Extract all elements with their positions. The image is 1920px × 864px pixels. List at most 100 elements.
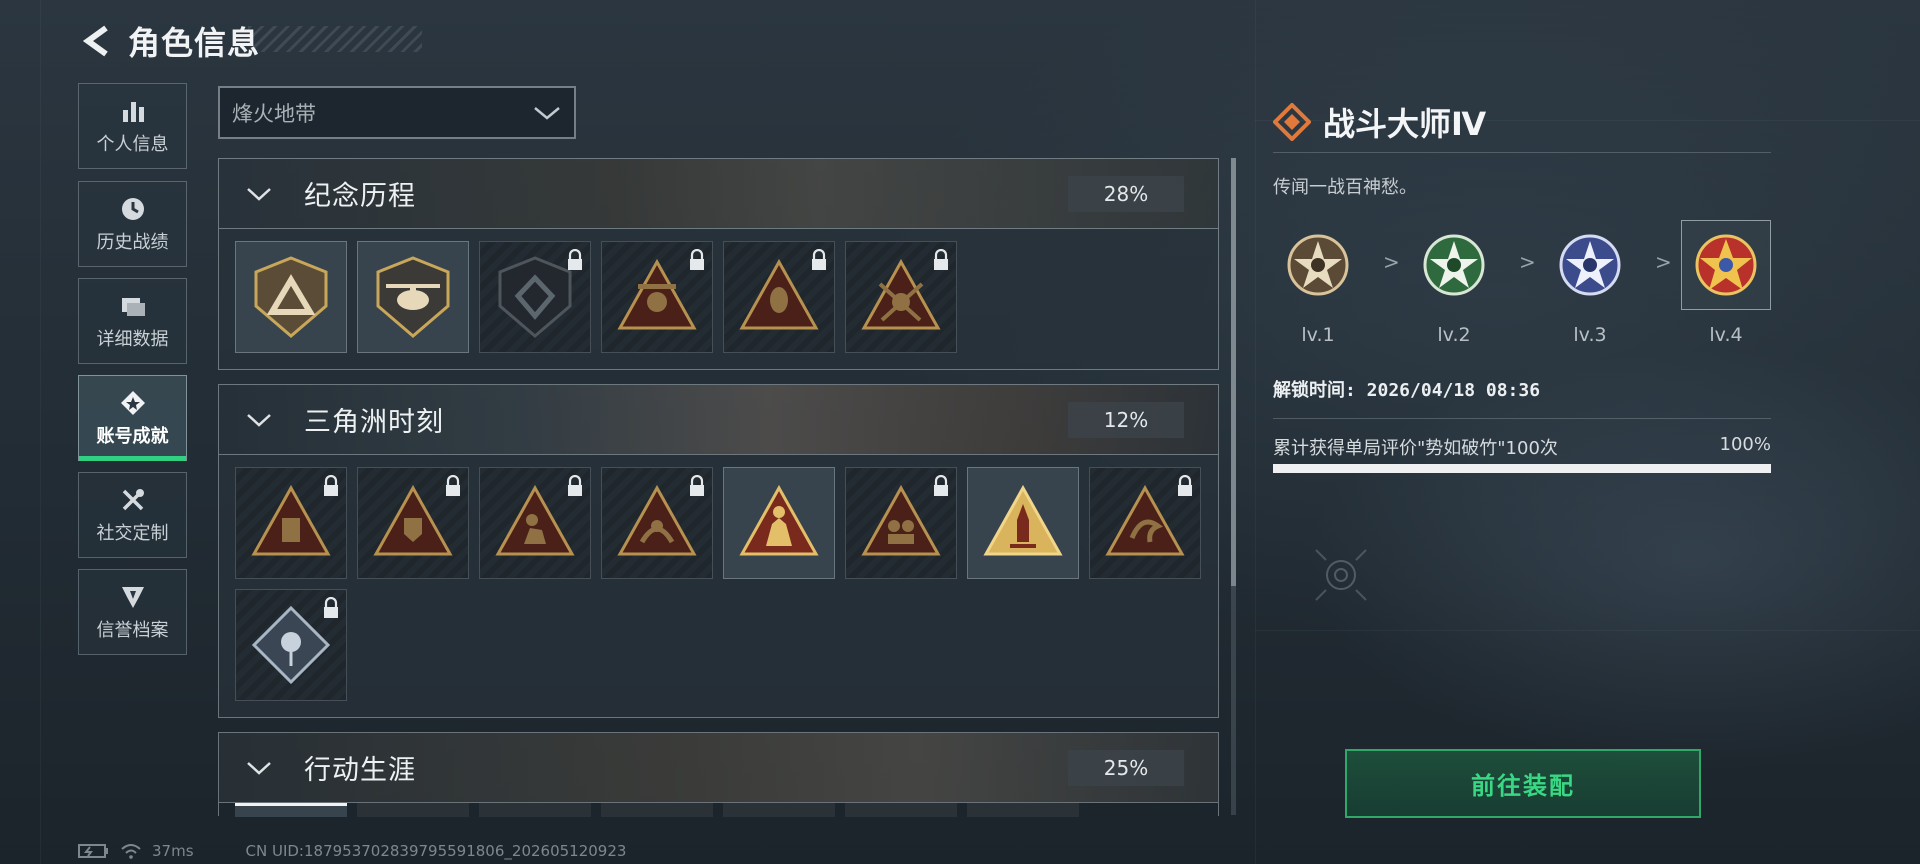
battery-icon: [78, 844, 108, 858]
section-career: 行动生涯 25%: [218, 732, 1219, 817]
achievement-badge[interactable]: [357, 803, 469, 817]
blue-medal-icon: [1559, 234, 1621, 296]
go-equip-button[interactable]: 前往装配: [1345, 749, 1701, 818]
chevron-down-icon: [247, 761, 271, 775]
triangle-shield-badge-icon: [254, 256, 328, 338]
clock-icon: [121, 197, 144, 220]
crosshair-decoration-icon: [1315, 549, 1367, 601]
badge-grid-partial: [219, 803, 1218, 817]
divider: [1273, 152, 1771, 153]
level-label: lv.2: [1437, 324, 1471, 346]
list-scrollbar[interactable]: [1231, 158, 1236, 815]
active-indicator: [79, 456, 186, 461]
section-memorial: 纪念历程 28%: [218, 158, 1219, 370]
achievement-badge[interactable]: [479, 803, 591, 817]
diamond-rank-icon: [1273, 103, 1311, 141]
achievement-badge[interactable]: [601, 803, 713, 817]
nav-label: 历史战绩: [96, 231, 169, 253]
level-label: lv.4: [1709, 324, 1743, 346]
chevron-down-icon: [247, 187, 271, 201]
scrollbar-thumb[interactable]: [1231, 158, 1236, 586]
gold-star-medal-icon: [1695, 234, 1757, 296]
lock-icon: [690, 475, 704, 496]
achievement-badge[interactable]: [723, 803, 835, 817]
nav-label: 信誉档案: [96, 619, 169, 641]
section-header[interactable]: 纪念历程 28%: [219, 159, 1218, 229]
section-percent: 12%: [1068, 402, 1184, 438]
hud-line: [40, 0, 41, 864]
achievement-badge-locked[interactable]: [235, 589, 347, 701]
lock-icon: [446, 475, 460, 496]
bar-chart-icon: [122, 101, 144, 122]
nav-item-social[interactable]: 社交定制: [78, 472, 187, 558]
achievement-badge-locked[interactable]: [1089, 467, 1201, 579]
lock-icon: [324, 475, 338, 496]
section-title: 三角洲时刻: [304, 407, 444, 438]
back-button[interactable]: [78, 21, 116, 61]
nav-item-details[interactable]: 详细数据: [78, 278, 187, 364]
achievement-badge-locked[interactable]: [723, 241, 835, 353]
ping-text: 37ms: [152, 842, 194, 860]
achievement-badge[interactable]: [235, 803, 347, 817]
lock-icon: [568, 475, 582, 496]
rocket-triangle-badge-icon: [983, 484, 1063, 556]
achievement-badge[interactable]: [967, 803, 1079, 817]
lock-icon: [934, 475, 948, 496]
achievement-badge[interactable]: [235, 241, 347, 353]
shield-badge-icon: [121, 586, 144, 608]
level-3[interactable]: lv.3: [1545, 220, 1635, 346]
achievement-badge[interactable]: [357, 241, 469, 353]
hud-line: [1255, 0, 1256, 864]
level-1[interactable]: lv.1: [1273, 220, 1363, 346]
achievement-icon: [120, 390, 145, 415]
achievement-badge-locked[interactable]: [845, 467, 957, 579]
nav-label: 账号成就: [96, 425, 169, 447]
section-header[interactable]: 行动生涯 25%: [219, 733, 1218, 803]
level-2[interactable]: lv.2: [1409, 220, 1499, 346]
lock-icon: [690, 249, 704, 270]
achievement-badge-locked[interactable]: [845, 241, 957, 353]
achievement-badge[interactable]: [723, 467, 835, 579]
level-label: lv.3: [1573, 324, 1607, 346]
bronze-medal-icon: [1287, 234, 1349, 296]
nav-item-reputation[interactable]: 信誉档案: [78, 569, 187, 655]
achievement-badge-locked[interactable]: [601, 467, 713, 579]
helicopter-badge-icon: [376, 256, 450, 338]
achievement-badge[interactable]: [967, 467, 1079, 579]
lock-icon: [934, 249, 948, 270]
nav-item-achievements[interactable]: 账号成就: [78, 375, 187, 461]
mode-dropdown[interactable]: 烽火地带: [218, 86, 576, 139]
section-title: 行动生涯: [304, 755, 416, 786]
achievement-badge-locked[interactable]: [479, 467, 591, 579]
squad-triangle-badge-icon: [740, 486, 818, 556]
section-header[interactable]: 三角洲时刻 12%: [219, 385, 1218, 455]
divider: [1273, 418, 1771, 419]
tools-icon: [122, 488, 144, 510]
nav-item-personal-info[interactable]: 个人信息: [78, 83, 187, 169]
progress-percent: 100%: [1719, 434, 1771, 455]
achievement-badge-locked[interactable]: [479, 241, 591, 353]
hud-line: [1255, 630, 1920, 631]
section-delta-moments: 三角洲时刻 12%: [218, 384, 1219, 718]
level-track: lv.1 > lv.2 > lv.3 > lv.4: [1273, 220, 1771, 360]
page-title: 角色信息: [128, 24, 261, 62]
nav-label: 详细数据: [96, 328, 169, 350]
condition-text: 累计获得单局评价"势如破竹"100次: [1273, 438, 1558, 459]
lock-icon: [324, 597, 338, 618]
achievement-condition: 累计获得单局评价"势如破竹"100次 100%: [1273, 434, 1771, 460]
detail-header: 战斗大师Ⅳ: [1273, 98, 1771, 146]
badge-grid: [219, 455, 1218, 717]
nav-item-history[interactable]: 历史战绩: [78, 181, 187, 267]
level-label: lv.1: [1301, 324, 1335, 346]
section-title: 纪念历程: [304, 181, 416, 212]
achievement-badge[interactable]: [845, 803, 957, 817]
back-arrow-icon: [82, 25, 108, 57]
nav-label: 社交定制: [96, 522, 169, 544]
achievement-badge-locked[interactable]: [235, 467, 347, 579]
level-4[interactable]: lv.4: [1681, 220, 1771, 346]
achievement-badge-locked[interactable]: [601, 241, 713, 353]
section-percent: 28%: [1068, 176, 1184, 212]
achievement-badge-locked[interactable]: [357, 467, 469, 579]
chevron-down-icon: [247, 413, 271, 427]
mode-dropdown-value: 烽火地带: [232, 101, 316, 126]
